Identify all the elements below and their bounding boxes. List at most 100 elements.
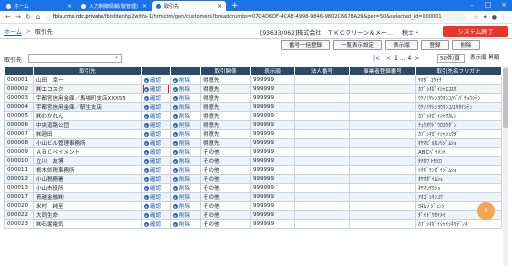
column-header-corporate-number[interactable]: 法人番号 xyxy=(294,66,350,76)
browser-tab-input-control[interactable]: 入力制御情報(税管理) × xyxy=(77,1,151,11)
per-page-select[interactable]: 50件/頁 xyxy=(437,54,465,63)
delete-row-button[interactable]: ▸ 削除 xyxy=(173,167,198,174)
table-row[interactable]: 000023 ㈱石堀電気 ▸ 確認 ▸ 削除 その他 999999 ｶﾌﾞｼｷｶﾞｲｼｬｲｼﾎﾘ… xyxy=(4,219,502,229)
register-button[interactable]: 登録 xyxy=(421,40,449,50)
table-row[interactable]: 000010 立川 友博 ▸ 確認 ▸ 削除 その他 999999 ﾀﾁｶﾜ ﾄﾓﾋﾛ xyxy=(4,156,502,166)
scrollbar[interactable] xyxy=(503,66,508,266)
table-row[interactable]: 000004 宇都宮信用金庫／駅生支店 ▸ 確認 ▸ 削除 得意先 999999 ｳﾂﾉﾐﾔｼﾝ… xyxy=(4,102,502,112)
breadcrumb-home-link[interactable]: ホーム xyxy=(4,27,22,36)
table-row[interactable]: 000001 山田 幸一 ▸ 確認 ▸ 削除 得意先 999999 ﾔﾏﾀﾞ ｺｳｲﾁ xyxy=(4,75,502,85)
delete-row-button[interactable]: ▸ 削除 xyxy=(173,95,198,102)
confirm-button[interactable]: ▸ 確認 xyxy=(143,85,169,93)
column-header-furigana[interactable]: 取引先名フリガナ xyxy=(415,66,502,76)
table-row[interactable]: 000007 ㈱週田 ▸ 確認 ▸ 削除 得意先 999999 ｶﾌﾞｼｷｶﾞｲｼｬｼｭｳﾀﾞ xyxy=(4,129,502,139)
next-arrow-button[interactable]: › xyxy=(477,202,495,220)
new-tab-icon[interactable]: + xyxy=(231,1,239,11)
close-window-icon[interactable]: × xyxy=(496,0,512,11)
delete-row-button[interactable]: ▸ 削除 xyxy=(173,158,198,165)
delete-row-button[interactable]: ▸ 削除 xyxy=(173,149,198,156)
close-icon[interactable]: × xyxy=(217,3,222,10)
page-numbers[interactable]: 1 ... 4 xyxy=(394,55,411,62)
sort-order-select[interactable]: 昇順 xyxy=(488,55,499,61)
delete-row-button[interactable]: ▸ 削除 xyxy=(173,140,198,147)
table-row[interactable]: 000005 ㈱わかれん ▸ 確認 ▸ 削除 得意先 999999 ｶﾌﾞｼｷｶﾞｲｼｬﾜｶﾚﾝ xyxy=(4,111,502,121)
delete-row-button[interactable]: ▸ 削除 xyxy=(173,131,198,138)
confirm-button[interactable]: ▸ 確認 xyxy=(144,131,168,138)
customer-name: ㈱石堀電気 xyxy=(33,219,142,229)
confirm-button[interactable]: ▸ 確認 xyxy=(144,221,168,228)
delete-button[interactable]: 削除 xyxy=(452,40,480,50)
confirm-button[interactable]: ▸ 確認 xyxy=(144,113,168,120)
confirm-button[interactable]: ▸ 確認 xyxy=(144,212,168,219)
bulk-number-register-button[interactable]: 番号一括登録 xyxy=(281,40,330,50)
delete-row-button[interactable]: ▸ 削除 xyxy=(173,113,198,120)
table-row[interactable]: 000022 大同生命 ▸ 確認 ▸ 削除 その他 999999 ﾀﾞｲﾄﾞｳｾｲﾒｲ xyxy=(4,210,502,220)
column-header-registration-number[interactable]: 事業者登録番号 xyxy=(349,66,416,76)
next-page-icon[interactable]: > xyxy=(414,55,419,62)
delete-row-button[interactable]: ▸ 削除 xyxy=(173,176,198,183)
delete-row-button[interactable]: ▸ 削除 xyxy=(173,221,198,228)
close-icon[interactable]: × xyxy=(67,3,72,10)
system-end-button[interactable]: システム終了 xyxy=(443,26,508,37)
back-icon[interactable]: ← xyxy=(3,13,13,21)
confirm-button[interactable]: ▸ 確認 xyxy=(144,158,168,165)
confirm-button[interactable]: ▸ 確認 xyxy=(144,167,168,174)
table-row[interactable]: 000002 ㈱エコスク ▸ 確認 ▸ 削除 得意先 999999 ｶﾌﾞｼｷｶﾞｲｼｬｴｺｽｸ xyxy=(4,84,502,94)
delete-row-button[interactable]: ▸ 削除 xyxy=(173,86,198,93)
confirm-button[interactable]: ▸ 確認 xyxy=(144,149,168,156)
table-row[interactable]: 000006 中央道路公団 ▸ 確認 ▸ 削除 得意先 999999 ﾁｭｳｵｳﾄﾞｳﾛｺｳﾀﾞ… xyxy=(4,120,502,130)
column-header-relation[interactable]: 取引関係 xyxy=(200,66,251,76)
delete-row-button[interactable]: ▸ 削除 xyxy=(173,185,198,192)
delete-row-button[interactable]: ▸ 削除 xyxy=(173,104,198,111)
table-row[interactable]: 000009 ＡＢＣペイメント ▸ 確認 ▸ 削除 その他 999999 ABCﾍﾟｲﾒﾝﾄ xyxy=(4,147,502,157)
column-header-customer[interactable]: 取引先 xyxy=(33,66,142,76)
registration-number xyxy=(349,120,416,130)
confirm-button[interactable]: ▸ 確認 xyxy=(144,176,168,183)
column-header-display-order[interactable]: 表示順 xyxy=(250,66,295,76)
delete-row-button[interactable]: ▸ 削除 xyxy=(173,203,198,210)
star-icon[interactable]: ☆ xyxy=(473,14,478,21)
list-display-settings-button[interactable]: 一覧表示設定 xyxy=(333,40,382,50)
confirm-button[interactable]: ▸ 確認 xyxy=(144,122,168,129)
table-row[interactable]: 000017 青越金融㈱ ▸ 確認 ▸ 削除 その他 999999 ｱｵｺﾞｼｷﾝﾕｳ xyxy=(4,192,502,202)
profile-icon[interactable]: ● xyxy=(492,14,497,21)
table-row[interactable]: 000008 小山ビル管理事務所 ▸ 確認 ▸ 削除 得意先 999999 ｵﾔﾏﾋﾞﾙｶﾝﾘｼ… xyxy=(4,138,502,148)
reload-icon[interactable]: ↻ xyxy=(23,13,33,21)
maximize-icon[interactable]: □ xyxy=(480,0,496,11)
prev-page-icon[interactable]: < xyxy=(386,55,391,62)
table-row[interactable]: 000003 宇都宮信用金庫／馬場町支店XXX55 ▸ 確認 ▸ 削除 得意先 999999 ｳ… xyxy=(4,93,502,103)
confirm-button[interactable]: ▸ 確認 xyxy=(144,104,168,111)
home-icon[interactable]: ⌂ xyxy=(33,13,43,21)
table-row[interactable]: 000012 小山税務署 ▸ 確認 ▸ 削除 その他 999999 ｵﾔﾏｾﾞｲﾑｼｮ xyxy=(4,174,502,184)
confirm-button[interactable]: ▸ 確認 xyxy=(144,203,168,210)
table-row[interactable]: 000020 米村 純至 ▸ 確認 ▸ 削除 その他 999999 ﾖﾈﾑﾗ ｼﾞｭﾝｼ xyxy=(4,201,502,211)
customer-filter-select[interactable] xyxy=(28,53,122,63)
close-icon[interactable]: × xyxy=(142,3,147,10)
menu-icon[interactable]: ⋮ xyxy=(501,14,507,21)
confirm-button[interactable]: ▸ 確認 xyxy=(144,194,168,201)
delete-row-button[interactable]: ▸ 削除 xyxy=(173,77,198,84)
confirm-button[interactable]: ▸ 確認 xyxy=(144,185,168,192)
forward-icon[interactable]: → xyxy=(13,13,23,21)
furigana: ｳﾂﾉﾐﾔｼﾝﾖｳｷﾝｺ/ｴｷｾｲｼﾃﾝ xyxy=(415,102,502,112)
minimize-icon[interactable]: – xyxy=(464,0,480,11)
extension-icon[interactable]: ✦ xyxy=(483,14,488,21)
confirm-button[interactable]: ▸ 確認 xyxy=(144,140,168,147)
confirm-button[interactable]: ▸ 確認 xyxy=(144,95,168,102)
delete-row-button[interactable]: ▸ 削除 xyxy=(173,194,198,201)
confirm-button[interactable]: ▸ 確認 xyxy=(144,77,168,84)
display-order-button[interactable]: 表示順 xyxy=(385,40,418,50)
table-row[interactable]: 000013 小山市役所 ▸ 確認 ▸ 削除 その他 999999 ｵﾔﾏｼﾔｸｼｮ xyxy=(4,183,502,193)
delete-row-button[interactable]: ▸ 削除 xyxy=(173,212,198,219)
scrollbar-thumb[interactable] xyxy=(503,68,508,128)
confirm-cell: ▸ 確認 xyxy=(141,210,171,220)
relation: その他 xyxy=(200,165,251,175)
first-page-icon[interactable]: |< xyxy=(373,55,380,62)
delete-label: 削除 xyxy=(179,114,191,120)
browser-tab-home[interactable]: ホーム × xyxy=(2,1,76,11)
delete-row-button[interactable]: ▸ 削除 xyxy=(173,122,198,129)
table-row[interactable]: 000011 栃木県税事務所 ▸ 確認 ▸ 削除 その他 999999 ﾄﾁｷﾞｹﾝｾﾞｲｼﾞﾑ… xyxy=(4,165,502,175)
delete-icon: ▸ xyxy=(173,185,178,191)
browser-tab-customers[interactable]: 取引先 × xyxy=(152,1,226,11)
url-field[interactable]: fbiu.cms.rdc.private/fbisfdenhp2w/tfa-1/… xyxy=(47,12,468,22)
